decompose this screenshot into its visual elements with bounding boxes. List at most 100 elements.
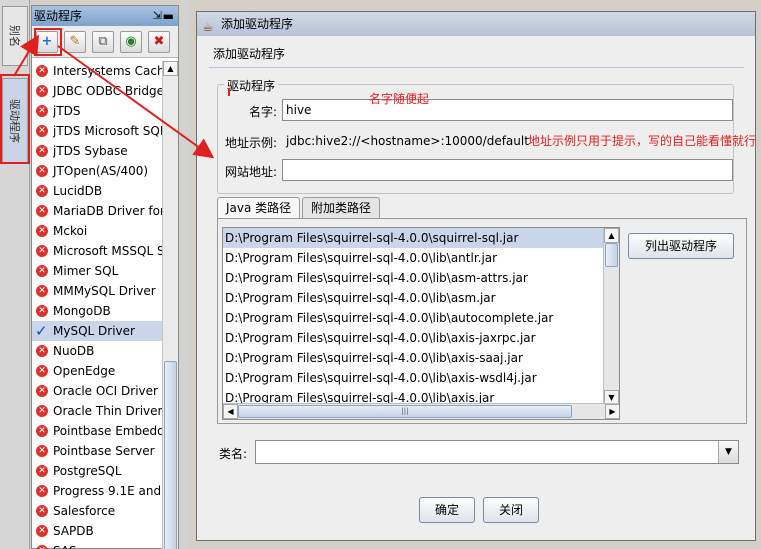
- class-name-combo[interactable]: ▼: [255, 440, 739, 464]
- error-icon: ✕: [36, 505, 48, 517]
- edit-driver-button[interactable]: ✎: [64, 31, 86, 53]
- driver-list-item[interactable]: ✕ jTDS: [32, 101, 163, 121]
- header-divider: [209, 67, 744, 68]
- driver-list-item[interactable]: ✕ Progress 9.1E and 1: [32, 481, 163, 501]
- jar-list-vscroll[interactable]: ▲ ▼: [603, 228, 619, 405]
- driver-list-item[interactable]: ✕ LucidDB: [32, 181, 163, 201]
- driver-list-item[interactable]: ✕ Pointbase Server: [32, 441, 163, 461]
- jar-list-item[interactable]: D:\Program Files\squirrel-sql-4.0.0\squi…: [223, 228, 604, 248]
- chevron-down-icon[interactable]: ▼: [718, 441, 738, 463]
- error-icon: ✕: [36, 105, 48, 117]
- jar-list[interactable]: D:\Program Files\squirrel-sql-4.0.0\squi…: [222, 227, 620, 420]
- driver-list-item[interactable]: ✕ MongoDB: [32, 301, 163, 321]
- driver-list-item[interactable]: ✕ MariaDB Driver for M: [32, 201, 163, 221]
- error-icon: ✕: [36, 445, 48, 457]
- tab-java-classpath[interactable]: Java 类路径: [217, 197, 301, 220]
- driver-list-item[interactable]: ✕ Pointbase Embedde: [32, 421, 163, 441]
- driver-name: jTDS: [53, 104, 81, 118]
- pin-icon[interactable]: ⇲: [153, 6, 162, 26]
- tab-extra-classpath[interactable]: 附加类路径: [302, 197, 381, 219]
- driver-name: NuoDB: [53, 344, 95, 358]
- driver-name: SAPDB: [53, 524, 94, 538]
- scroll-up-icon[interactable]: ▲: [163, 61, 178, 76]
- driver-list-item[interactable]: ✕ JTOpen(AS/400): [32, 161, 163, 181]
- error-icon: ✕: [36, 165, 48, 177]
- splitter[interactable]: [180, 0, 190, 549]
- jar-list-item[interactable]: D:\Program Files\squirrel-sql-4.0.0\lib\…: [223, 248, 604, 268]
- website-field[interactable]: [282, 159, 733, 181]
- tab-aliases-label: 别名: [8, 25, 21, 47]
- error-icon: ✕: [36, 485, 48, 497]
- driver-list-item[interactable]: ✕ Intersystems Cache: [32, 61, 163, 81]
- driver-list-item[interactable]: ✕ Salesforce: [32, 501, 163, 521]
- jar-list-item[interactable]: D:\Program Files\squirrel-sql-4.0.0\lib\…: [223, 328, 604, 348]
- driver-list-item[interactable]: ✕ Oracle Thin Driver: [32, 401, 163, 421]
- close-button[interactable]: 关闭: [483, 497, 539, 523]
- ok-button[interactable]: 确定: [419, 497, 475, 523]
- driver-list-item[interactable]: ✕ OpenEdge: [32, 361, 163, 381]
- error-icon: ✕: [36, 425, 48, 437]
- driver-name: Mimer SQL: [53, 264, 119, 278]
- highlight-box-drivers-tab: [0, 74, 30, 164]
- error-icon: ✕: [36, 85, 48, 97]
- error-icon: ✕: [36, 465, 48, 477]
- driver-list-scrollbar[interactable]: ▲: [162, 61, 178, 549]
- delete-driver-button[interactable]: ✖: [148, 31, 170, 53]
- driver-list-item[interactable]: ✕ NuoDB: [32, 341, 163, 361]
- jar-list-item[interactable]: D:\Program Files\squirrel-sql-4.0.0\lib\…: [223, 368, 604, 388]
- list-drivers-button[interactable]: 列出驱动程序: [628, 233, 734, 259]
- drivers-panel: 驱动程序 ⇲ ▬ + ✎ ⧉ ◉ ✖ ✕ Intersystems Cache ✕ J…: [31, 5, 179, 549]
- driver-list-item[interactable]: ✕ Microsoft MSSQL Se: [32, 241, 163, 261]
- scroll-thumb[interactable]: [605, 243, 618, 267]
- driver-list-item[interactable]: ✕ Oracle OCI Driver: [32, 381, 163, 401]
- driver-name: MariaDB Driver for M: [53, 204, 163, 218]
- driver-list-item[interactable]: ✕ MMMySQL Driver: [32, 281, 163, 301]
- driver-name: jTDS Microsoft SQL: [53, 124, 163, 138]
- driver-name: Mckoi: [53, 224, 88, 238]
- class-name-label: 类名:: [219, 447, 248, 461]
- coffee-icon: ☕: [202, 20, 214, 35]
- scroll-left-icon[interactable]: ◀: [223, 404, 238, 419]
- add-driver-dialog: ☕ 添加驱动程序 添加驱动程序 驱动程序 名字: hive 地址示例: jdbc…: [196, 11, 756, 541]
- minimize-icon[interactable]: ▬: [163, 6, 174, 26]
- jar-list-item[interactable]: D:\Program Files\squirrel-sql-4.0.0\lib\…: [223, 308, 604, 328]
- jar-list-hscroll[interactable]: ◀ ||| ▶: [223, 403, 619, 419]
- name-annotation: 名字随便起: [369, 92, 430, 106]
- driver-name: JDBC ODBC Bridge: [53, 84, 163, 98]
- driver-list-item[interactable]: ✕ JDBC ODBC Bridge: [32, 81, 163, 101]
- driver-list-item[interactable]: ✕ Mckoi: [32, 221, 163, 241]
- error-icon: ✕: [36, 205, 48, 217]
- jar-list-item[interactable]: D:\Program Files\squirrel-sql-4.0.0\lib\…: [223, 268, 604, 288]
- driver-list-item[interactable]: ✕ Mimer SQL: [32, 261, 163, 281]
- jar-list-item[interactable]: D:\Program Files\squirrel-sql-4.0.0\lib\…: [223, 288, 604, 308]
- driver-list-item[interactable]: ✕ SAS: [32, 541, 163, 549]
- driver-name: Progress 9.1E and 1: [53, 484, 163, 498]
- driver-name: jTDS Sybase: [53, 144, 128, 158]
- driver-list-item[interactable]: ✕ SAPDB: [32, 521, 163, 541]
- name-field[interactable]: hive: [282, 99, 733, 121]
- error-icon: ✕: [36, 65, 48, 77]
- scroll-thumb[interactable]: |||: [238, 405, 572, 418]
- driver-name: Salesforce: [53, 504, 116, 518]
- website-button[interactable]: ◉: [120, 31, 142, 53]
- driver-list-item[interactable]: ✕ jTDS Microsoft SQL: [32, 121, 163, 141]
- driver-list-item[interactable]: ✕ PostgreSQL: [32, 461, 163, 481]
- error-icon: ✕: [36, 525, 48, 537]
- driver-name: Oracle Thin Driver: [53, 404, 163, 418]
- scroll-right-icon[interactable]: ▶: [605, 404, 619, 419]
- driver-list[interactable]: ✕ Intersystems Cache ✕ JDBC ODBC Bridge ✕ jTD…: [32, 61, 163, 549]
- scroll-thumb[interactable]: [164, 361, 177, 549]
- driver-name: MongoDB: [53, 304, 111, 318]
- scroll-up-icon[interactable]: ▲: [604, 228, 619, 243]
- drivers-panel-title: 驱动程序 ⇲ ▬: [32, 6, 178, 26]
- driver-name: MySQL Driver: [53, 324, 135, 338]
- example-url-field[interactable]: jdbc:hive2://<hostname>:10000/default: [286, 134, 529, 148]
- jar-list-item[interactable]: D:\Program Files\squirrel-sql-4.0.0\lib\…: [223, 348, 604, 368]
- driver-list-item[interactable]: ✓ MySQL Driver: [32, 321, 163, 341]
- driver-name: OpenEdge: [53, 364, 116, 378]
- error-icon: ✕: [36, 185, 48, 197]
- tab-aliases[interactable]: 别名: [2, 6, 28, 66]
- driver-list-item[interactable]: ✕ jTDS Sybase: [32, 141, 163, 161]
- copy-driver-button[interactable]: ⧉: [92, 31, 114, 53]
- error-icon: ✕: [36, 285, 48, 297]
